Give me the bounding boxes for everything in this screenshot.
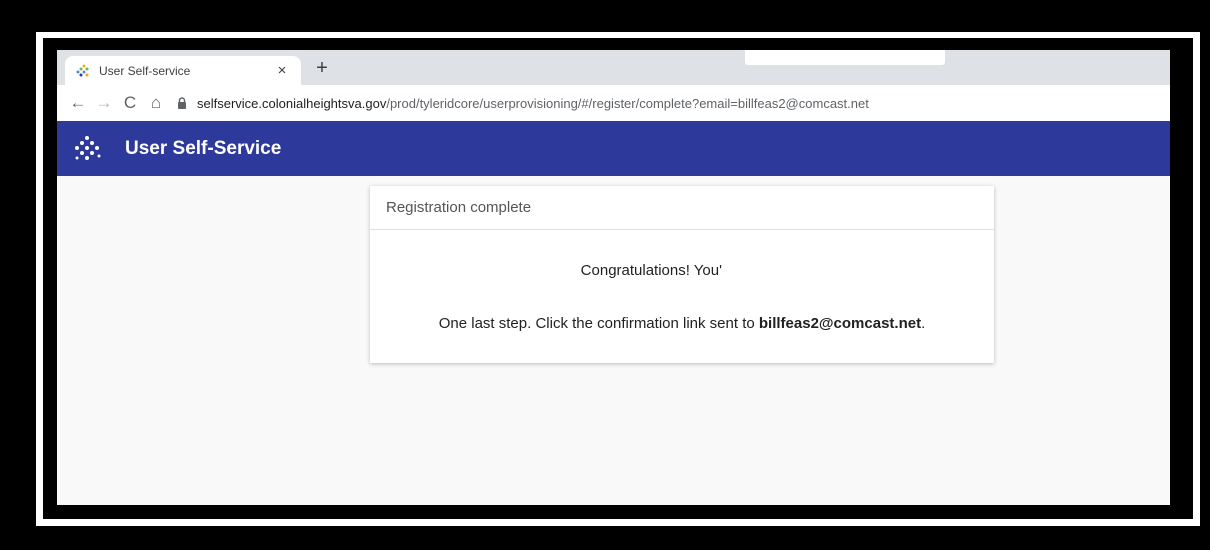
tyler-logo-icon — [75, 63, 91, 79]
tab-strip: User Self-service × + — [57, 50, 1170, 85]
card-title: Registration complete — [370, 186, 994, 230]
url-host: selfservice.colonialheightsva.gov — [197, 95, 387, 111]
forward-arrow-icon[interactable]: → — [91, 93, 117, 113]
email-address: billfeas2@comcast.net — [758, 315, 922, 332]
new-tab-button[interactable]: + — [311, 57, 333, 80]
tyler-logo-icon[interactable] — [73, 134, 103, 164]
instruction-prefix: One last step. Click the confirmation li… — [438, 315, 759, 332]
redaction-box — [722, 261, 886, 282]
confirmation-instruction: One last step. Click the confirmation li… — [370, 315, 994, 332]
close-tab-icon[interactable]: × — [273, 62, 291, 79]
app-title: User Self-Service — [125, 137, 282, 159]
registration-card: Registration complete Congratulations! Y… — [370, 186, 994, 363]
congrats-text: Congratulations! You're — [580, 262, 736, 279]
instruction-suffix: . — [921, 315, 926, 332]
reload-icon[interactable]: C — [117, 93, 143, 113]
browser-tab[interactable]: User Self-service × — [65, 56, 301, 85]
browser-window: User Self-service × + ← → C ⌂ selfservic… — [57, 50, 1170, 505]
home-icon[interactable]: ⌂ — [143, 93, 169, 113]
app-header: User Self-Service — [57, 121, 1170, 176]
tab-title: User Self-service — [99, 63, 191, 78]
redaction-box — [745, 50, 945, 65]
back-arrow-icon[interactable]: ← — [65, 93, 91, 113]
congrats-message: Congratulations! You're — [370, 262, 994, 279]
browser-toolbar: ← → C ⌂ selfservice.colonialheightsva.go… — [57, 85, 1170, 122]
card-body: Congratulations! You're One last step. C… — [370, 230, 994, 363]
lock-icon — [177, 97, 191, 109]
url-path: /prod/tyleridcore/userprovisioning/#/reg… — [386, 95, 869, 111]
address-bar[interactable]: selfservice.colonialheightsva.gov/prod/t… — [177, 90, 1170, 116]
